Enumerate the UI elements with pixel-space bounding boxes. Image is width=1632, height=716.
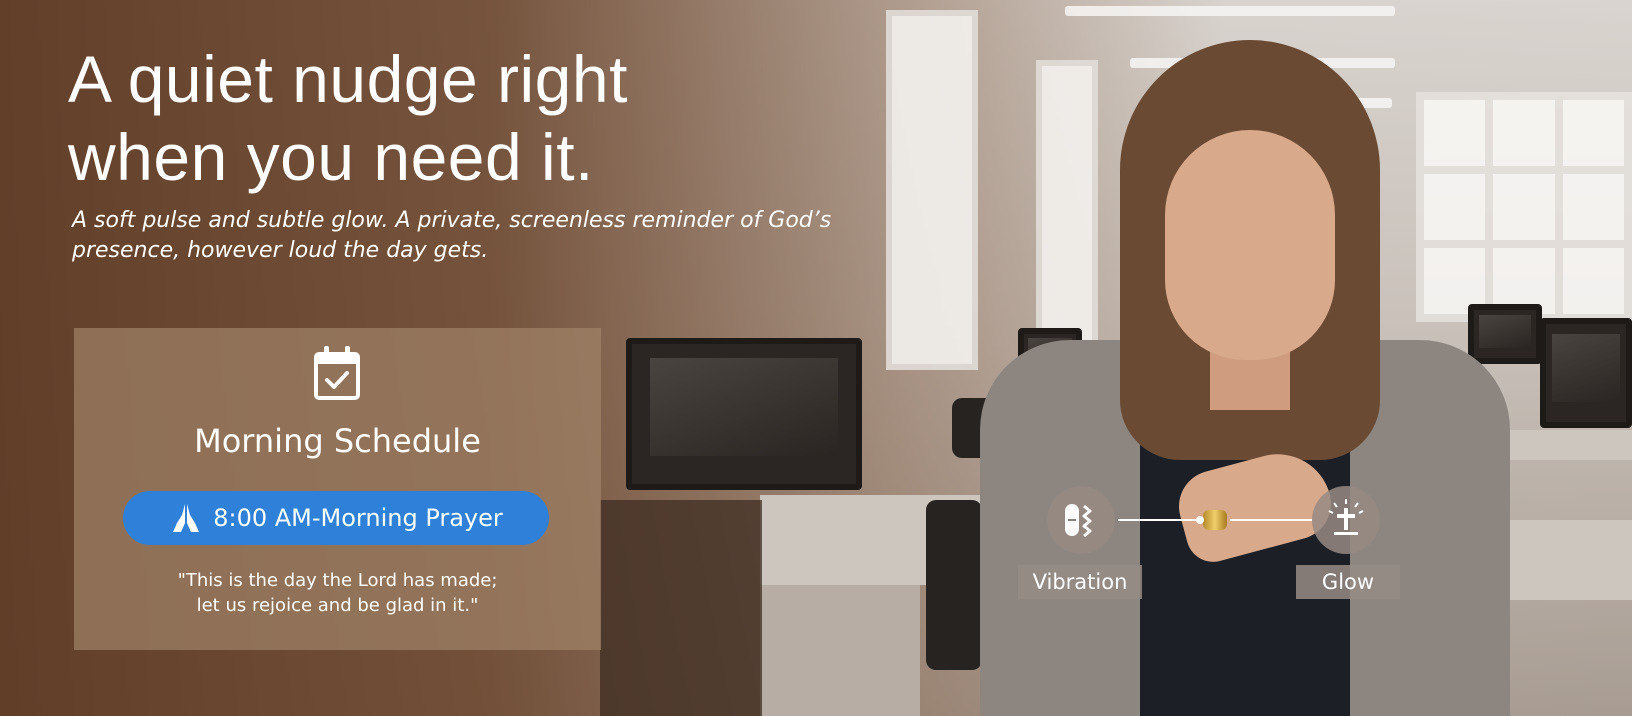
glow-label: Glow — [1296, 565, 1400, 599]
glow-cross-icon — [1328, 499, 1364, 535]
subheadline: A soft pulse and subtle glow. A private,… — [72, 206, 952, 266]
calendar-check-icon — [314, 346, 360, 400]
morning-prayer-reminder[interactable]: 8:00 AM-Morning Prayer — [123, 491, 549, 545]
subheadline-line-2: presence, however loud the day gets. — [72, 238, 489, 263]
reminder-label: 8:00 AM-Morning Prayer — [213, 504, 503, 532]
headline: A quiet nudge right when you need it. — [68, 40, 828, 196]
glow-connector-line — [1230, 519, 1312, 521]
office-cabinet — [600, 500, 762, 716]
ceiling-light — [1065, 6, 1395, 16]
schedule-card: Morning Schedule 8:00 AM-Morning Prayer … — [74, 328, 601, 650]
verse-line-2: let us rejoice and be glad in it." — [196, 595, 479, 616]
woman-praying-photo — [980, 40, 1580, 716]
office-chair — [926, 500, 982, 670]
face — [1165, 130, 1335, 360]
schedule-title: Morning Schedule — [194, 422, 481, 460]
connector-dot — [1196, 516, 1204, 524]
vibration-label: Vibration — [1018, 565, 1142, 599]
praying-hands-icon — [173, 504, 200, 532]
verse-line-1: "This is the day the Lord has made; — [177, 570, 498, 591]
subheadline-line-1: A soft pulse and subtle glow. A private,… — [72, 208, 832, 233]
desk-drawers — [760, 585, 920, 716]
hero-banner: A quiet nudge right when you need it. A … — [0, 0, 1632, 716]
office-window — [886, 10, 978, 370]
glow-feature-node — [1312, 486, 1380, 554]
headline-line-2: when you need it. — [68, 120, 594, 194]
vibration-connector-line — [1118, 519, 1202, 521]
vibration-feature-node — [1047, 486, 1115, 554]
desk-monitor — [626, 338, 862, 490]
bible-verse: "This is the day the Lord has made; let … — [74, 568, 601, 618]
smart-ring — [1203, 510, 1227, 530]
vibration-icon — [1065, 504, 1092, 538]
headline-line-1: A quiet nudge right — [68, 42, 628, 116]
